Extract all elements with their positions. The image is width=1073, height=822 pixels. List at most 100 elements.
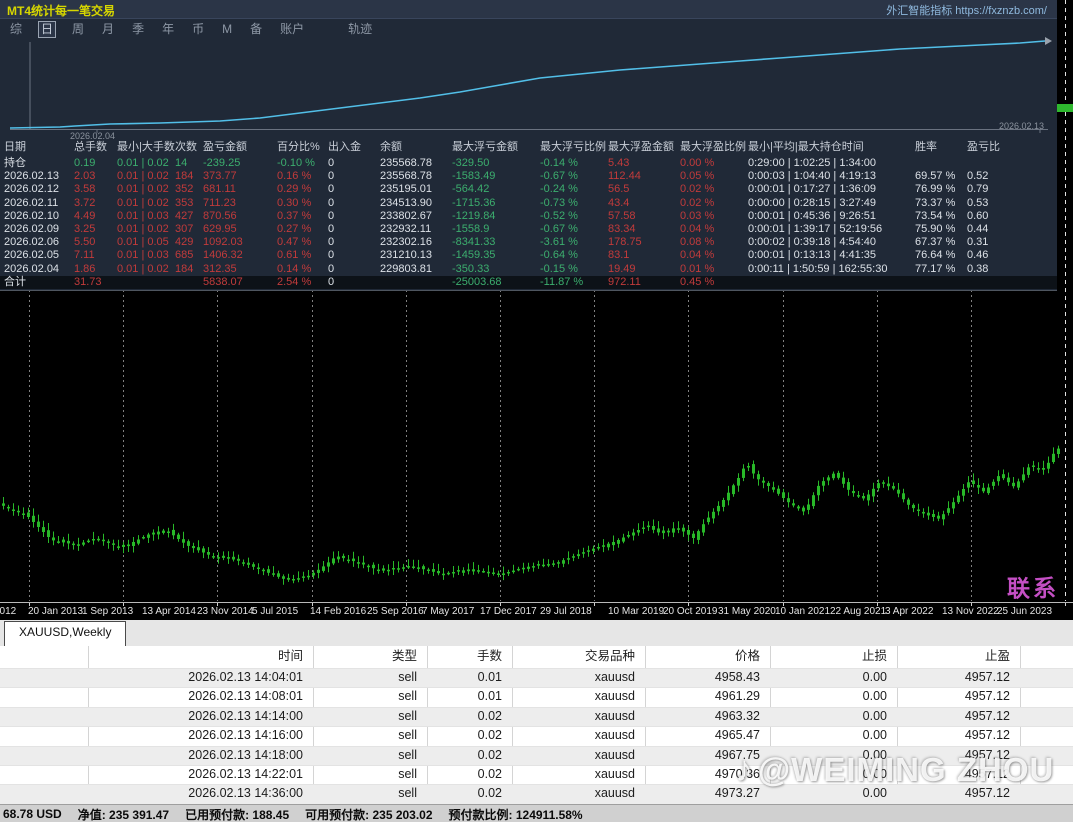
- trade-table-header: 时间类型手数交易品种价格止损止盈: [0, 646, 1073, 668]
- stats-cell: 0: [328, 276, 334, 289]
- stats-cell: 3.72: [74, 197, 95, 210]
- stats-row-合计: 合计31.735838.072.54 %0-25003.68-11.87 %97…: [0, 276, 1057, 289]
- stats-cell: 83.34: [608, 223, 636, 236]
- stats-cell: 307: [175, 223, 193, 236]
- stats-cell: 0:29:00 | 1:02:25 | 1:34:00: [748, 157, 876, 170]
- table-cell: 0.00: [770, 668, 887, 687]
- stats-col-header-11: 最大浮盈比例: [680, 141, 746, 154]
- axis-label-13: 31 May 2020: [718, 606, 776, 617]
- stats-cell: 0.30 %: [277, 197, 311, 210]
- table-cell: 4961.29: [645, 687, 760, 706]
- table-cell: sell: [313, 784, 417, 803]
- stats-cell: 0:00:01 | 1:39:17 | 52:19:56: [748, 223, 882, 236]
- axis-tick: [1065, 603, 1066, 606]
- stats-cell: -8341.33: [452, 236, 495, 249]
- status-bar: 68.78 USD净值: 235 391.47已用预付款: 188.45可用预付…: [0, 804, 1073, 822]
- trade-row-3[interactable]: 2026.02.13 14:16:00sell0.02xauusd4965.47…: [0, 726, 1073, 745]
- stats-row-2026.02.10: 2026.02.104.490.01 | 0.03427870.560.37 %…: [0, 210, 1057, 223]
- stats-cell: 5838.07: [203, 276, 243, 289]
- stats-cell: -1219.84: [452, 210, 495, 223]
- stats-col-header-0: 日期: [4, 141, 26, 154]
- creator-watermark: ♪@WEIMING ZHOU: [735, 748, 1054, 790]
- axis-label-0: 2012: [0, 606, 16, 617]
- table-cell: xauusd: [512, 707, 635, 726]
- stats-cell: 427: [175, 210, 193, 223]
- stats-cell: 0.37 %: [277, 210, 311, 223]
- stats-cell: -0.52 %: [540, 210, 578, 223]
- stats-cell: 353: [175, 197, 193, 210]
- stats-cell: -1558.9: [452, 223, 489, 236]
- stats-cell: 3.25: [74, 223, 95, 236]
- stats-cell: 629.95: [203, 223, 237, 236]
- table-cell: xauusd: [512, 765, 635, 784]
- stats-cell: 0: [328, 157, 334, 170]
- stats-cell: 112.44: [608, 170, 641, 183]
- stats-cell: 1.86: [74, 263, 95, 276]
- axis-label-14: 10 Jan 2021: [775, 606, 830, 617]
- stats-cell: 0.14 %: [277, 263, 311, 276]
- table-cell: xauusd: [512, 726, 635, 745]
- stats-cell: -0.15 %: [540, 263, 578, 276]
- contact-watermark: 联系: [1007, 569, 1073, 603]
- axis-label-17: 13 Nov 2022: [942, 606, 999, 617]
- tab-xauusd-weekly[interactable]: XAUUSD,Weekly: [4, 621, 126, 647]
- stats-row-持仓: 持仓0.190.01 | 0.0214-239.25-0.10 %0235568…: [0, 157, 1057, 170]
- status-segment-0: 68.78 USD: [3, 807, 62, 821]
- table-cell: 0.00: [770, 687, 887, 706]
- stats-cell: 312.35: [203, 263, 237, 276]
- table-cell: 4958.43: [645, 668, 760, 687]
- stats-cell: 352: [175, 183, 193, 196]
- stats-row-2026.02.09: 2026.02.093.250.01 | 0.02307629.950.27 %…: [0, 223, 1057, 236]
- stats-cell: 0.01 | 0.02: [117, 183, 169, 196]
- table-cell: 0.00: [770, 707, 887, 726]
- trade-row-0[interactable]: 2026.02.13 14:04:01sell0.01xauusd4958.43…: [0, 668, 1073, 687]
- stats-cell: 0:00:03 | 1:04:40 | 4:19:13: [748, 170, 876, 183]
- axis-label-1: 20 Jan 2013: [28, 606, 83, 617]
- stats-cell: 2026.02.06: [4, 236, 59, 249]
- stats-cell: 0.00 %: [680, 157, 714, 170]
- stats-cell: 0.01 | 0.02: [117, 263, 169, 276]
- stats-row-2026.02.11: 2026.02.113.720.01 | 0.02353711.230.30 %…: [0, 197, 1057, 210]
- stats-cell: 83.1: [608, 249, 629, 262]
- table-cell: 2026.02.13 14:14:00: [88, 707, 303, 726]
- stats-cell: 0:00:01 | 0:13:13 | 4:41:35: [748, 249, 876, 262]
- trade-row-2[interactable]: 2026.02.13 14:14:00sell0.02xauusd4963.32…: [0, 707, 1073, 726]
- table-cell: 2026.02.13 14:18:00: [88, 746, 303, 765]
- axis-label-8: 7 May 2017: [422, 606, 474, 617]
- status-segment-4: 预付款比例: 124911.58%: [449, 806, 583, 822]
- stats-col-header-1: 总手数: [74, 141, 107, 154]
- stats-cell: 0.05 %: [680, 170, 714, 183]
- stats-cell: 234513.90: [380, 197, 432, 210]
- table-cell: 0.02: [427, 784, 502, 803]
- stats-cell: 0.60: [967, 210, 988, 223]
- stats-cell: 0.01 | 0.03: [117, 249, 169, 262]
- stats-cell: 0.01 | 0.03: [117, 210, 169, 223]
- table-gridline: [0, 726, 1073, 727]
- stats-cell: 0: [328, 249, 334, 262]
- stats-cell: 43.4: [608, 197, 629, 210]
- stats-col-header-14: 盈亏比: [967, 141, 1000, 154]
- statistics-panel: MT4统计每一笔交易 外汇智能指标 https://fxznzb.com/ 综日…: [0, 0, 1057, 291]
- stats-cell: 429: [175, 236, 193, 249]
- stats-cell: 0.01 | 0.02: [117, 223, 169, 236]
- stats-cell: 0.16 %: [277, 170, 311, 183]
- stats-cell: 0:00:01 | 0:17:27 | 1:36:09: [748, 183, 876, 196]
- table-cell: 0.02: [427, 707, 502, 726]
- stats-cell: 0: [328, 223, 334, 236]
- table-cell: sell: [313, 707, 417, 726]
- axis-label-3: 13 Apr 2014: [142, 606, 196, 617]
- stats-cell: 229803.81: [380, 263, 432, 276]
- stats-cell: 373.77: [203, 170, 237, 183]
- stats-cell: 73.37 %: [915, 197, 955, 210]
- stats-cell: 184: [175, 263, 193, 276]
- watermark-text: @WEIMING ZHOU: [758, 751, 1054, 788]
- table-cell: 0.02: [427, 726, 502, 745]
- axis-label-18: 25 Jun 2023: [997, 606, 1052, 617]
- current-price-marker: [1057, 104, 1073, 112]
- stats-cell: 231210.13: [380, 249, 432, 262]
- stats-cell: 56.5: [608, 183, 629, 196]
- stats-cell: 7.11: [74, 249, 95, 262]
- trade-row-1[interactable]: 2026.02.13 14:08:01sell0.01xauusd4961.29…: [0, 687, 1073, 706]
- table-cell: xauusd: [512, 746, 635, 765]
- music-note-icon: ♪: [735, 748, 754, 789]
